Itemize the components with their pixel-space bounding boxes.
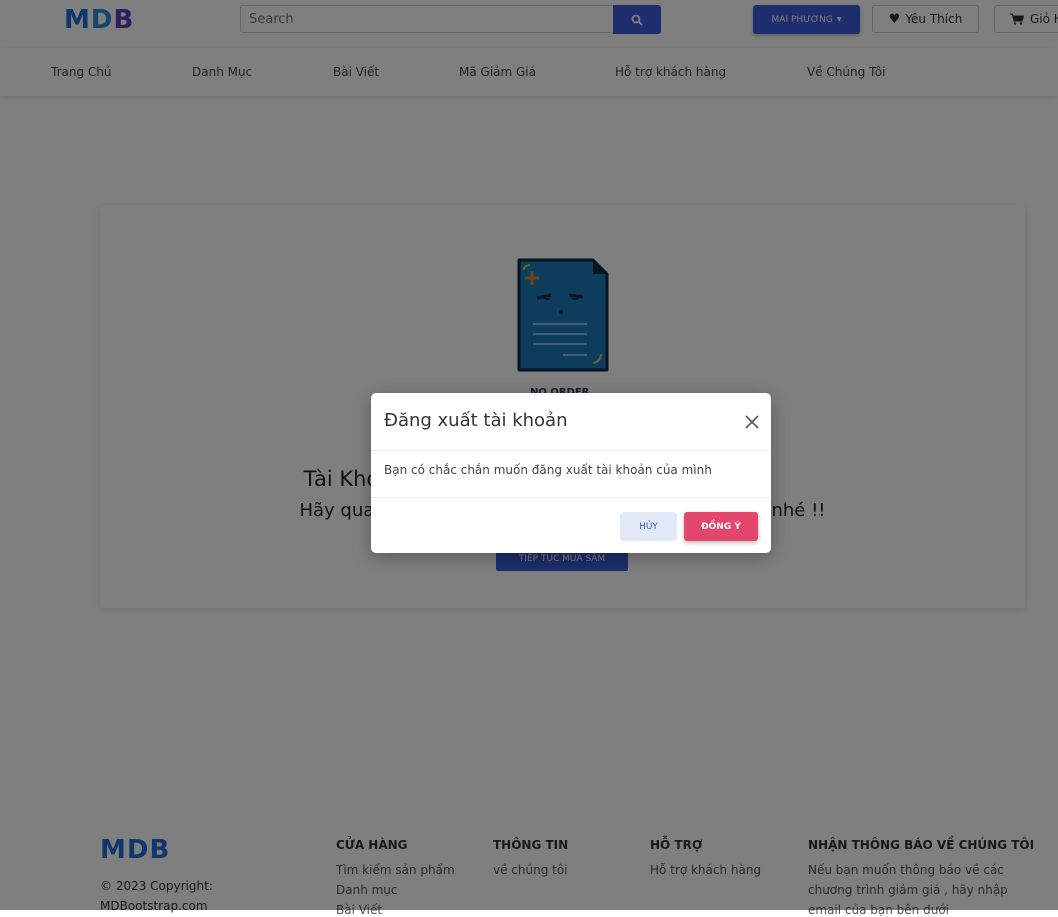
confirm-logout-button[interactable]: ĐỒNG Ý: [684, 512, 758, 541]
close-icon[interactable]: [743, 413, 761, 431]
cancel-button[interactable]: HỦY: [620, 512, 677, 541]
modal-title: Đăng xuất tài khoản: [384, 410, 568, 431]
modal-divider-top: [371, 450, 771, 451]
logout-modal: Đăng xuất tài khoản Bạn có chắc chắn muố…: [371, 393, 771, 553]
modal-divider-bottom: [371, 497, 771, 498]
modal-body-text: Bạn có chắc chắn muốn đăng xuất tài khoả…: [384, 463, 712, 477]
